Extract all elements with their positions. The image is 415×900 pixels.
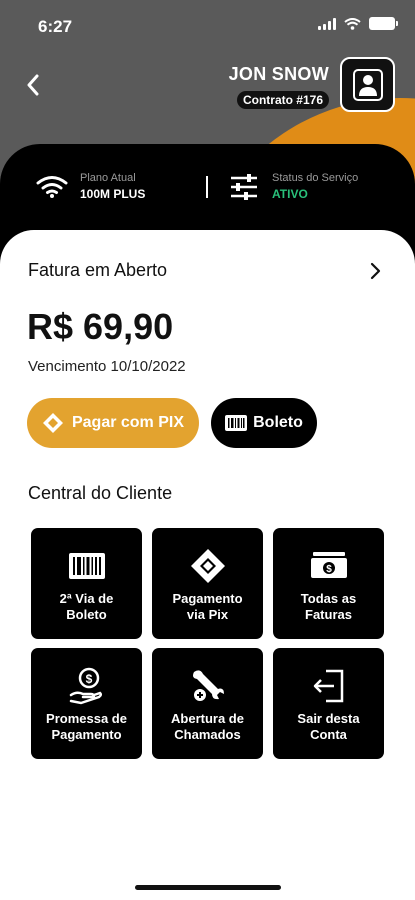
user-name: JON SNOW: [228, 64, 329, 84]
tile-label: Pagamento via Pix: [172, 590, 243, 622]
tile-label: 2ª Via de Boleto: [59, 590, 114, 622]
boleto-button[interactable]: Boleto: [211, 398, 317, 448]
status-value: ATIVO: [272, 187, 308, 201]
exit-icon: [313, 669, 343, 702]
user-icon: [352, 68, 383, 101]
barcode-icon: [68, 552, 105, 579]
invoice-details-button[interactable]: [369, 262, 381, 285]
chevron-left-icon: [27, 74, 39, 96]
info-separator: [206, 176, 208, 198]
invoice-title[interactable]: Fatura em Aberto: [28, 260, 167, 281]
tile-open-ticket[interactable]: Abertura de Chamados: [152, 648, 263, 759]
pay-pix-label: Pagar com PIX: [71, 414, 185, 431]
wifi-status-icon: [344, 17, 361, 30]
avatar-button[interactable]: [340, 57, 395, 112]
contract-badge: Contrato #176: [236, 91, 329, 109]
status-icons: [318, 17, 398, 30]
tools-icon: [192, 669, 224, 701]
status-label: Status do Serviço: [272, 172, 359, 184]
home-indicator[interactable]: [135, 885, 281, 890]
central-grid: 2ª Via de Boleto Pagamento via Pix $ Tod…: [31, 528, 385, 759]
svg-text:$: $: [85, 672, 92, 686]
invoice-due-date: Vencimento 10/10/2022: [28, 358, 186, 375]
tile-pix-payment[interactable]: Pagamento via Pix: [152, 528, 263, 639]
tile-second-copy-boleto[interactable]: 2ª Via de Boleto: [31, 528, 142, 639]
barcode-icon: [225, 415, 248, 431]
svg-text:$: $: [326, 564, 332, 575]
battery-icon: [369, 17, 398, 30]
tile-label: Promessa de Pagamento: [46, 710, 127, 742]
tile-payment-promise[interactable]: $ Promessa de Pagamento: [31, 648, 142, 759]
tile-label: Todas as Faturas: [300, 590, 357, 622]
signal-icon: [318, 17, 336, 30]
pix-icon: [42, 413, 63, 433]
coin-hand-icon: $: [69, 667, 102, 704]
service-status: Status do Serviço ATIVO: [230, 172, 358, 201]
pix-icon: [190, 548, 225, 583]
money-icon: $: [310, 551, 347, 578]
tile-label: Sair desta Conta: [297, 710, 360, 742]
boleto-label: Boleto: [253, 414, 303, 431]
plan-info: Plano Atual 100M PLUS: [36, 172, 145, 201]
wifi-icon: [36, 175, 68, 198]
plan-value: 100M PLUS: [80, 187, 146, 201]
status-time: 6:27: [38, 17, 73, 36]
tile-all-invoices[interactable]: $ Todas as Faturas: [273, 528, 384, 639]
central-title: Central do Cliente: [28, 483, 173, 503]
status-bar: 6:27: [0, 0, 415, 52]
tile-label: Abertura de Chamados: [171, 710, 244, 742]
invoice-amount: R$ 69,90: [27, 306, 174, 347]
back-button[interactable]: [18, 70, 48, 100]
chevron-right-icon: [370, 262, 381, 280]
pay-pix-button[interactable]: Pagar com PIX: [27, 398, 199, 448]
plan-label: Plano Atual: [80, 172, 136, 184]
tile-logout[interactable]: Sair desta Conta: [273, 648, 384, 759]
sliders-icon: [231, 173, 257, 200]
